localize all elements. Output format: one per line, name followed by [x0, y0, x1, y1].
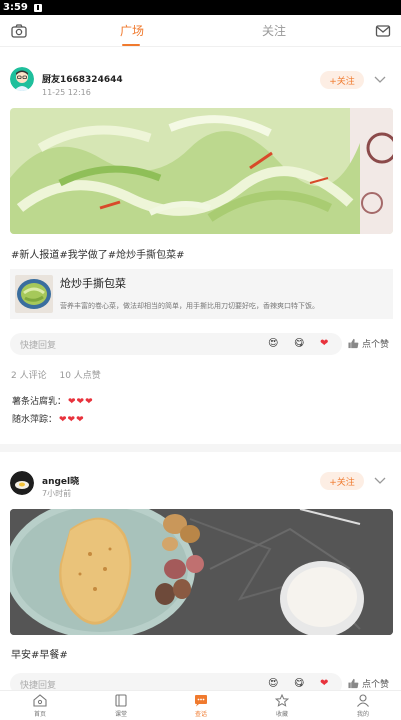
like-button[interactable]: 点个赞 [348, 337, 389, 350]
nav-me[interactable]: 我的 [343, 694, 383, 718]
recipe-card[interactable]: 炝炒手撕包菜 营养丰富的卷心菜，做法却相当的简单，用手撕比用刀切要好吃，香辣爽口… [10, 269, 393, 319]
recipe-thumbnail [15, 275, 53, 313]
quick-reply-placeholder: 快捷回复 [20, 681, 57, 690]
thumbs-up-icon [348, 338, 359, 349]
tab-square[interactable]: 广场 [120, 22, 144, 39]
quick-reply-input[interactable]: 快捷回复 😍 😋 ❤ [10, 333, 342, 355]
chat-icon [195, 695, 207, 707]
nav-home[interactable]: 首页 [20, 694, 60, 718]
heart-emoji-button[interactable]: ❤ [320, 337, 328, 350]
nav-discover[interactable]: 查话 [181, 694, 221, 718]
comment-user: 随水萍踪： [12, 415, 58, 425]
follow-button[interactable]: +关注 [320, 71, 364, 89]
avatar[interactable] [10, 67, 34, 91]
heart-eyes-emoji-button[interactable]: 😍 [268, 337, 278, 350]
mail-icon[interactable] [375, 23, 391, 39]
recipe-title: 炝炒手撕包菜 [60, 277, 126, 290]
like-button[interactable]: 点个赞 [348, 677, 389, 690]
notification-icon [33, 3, 42, 12]
post-time: 7小时前 [42, 489, 72, 498]
feed[interactable]: 厨友1668324644 11-25 12:16 +关注 #新人报道#我学做了#… [0, 47, 401, 690]
user-icon [357, 694, 369, 707]
chevron-down-icon[interactable] [374, 76, 386, 84]
quick-reply-input[interactable]: 快捷回复 😍 😋 ❤ [10, 673, 342, 690]
nav-favorites[interactable]: 收藏 [262, 694, 302, 718]
quick-reply-placeholder: 快捷回复 [20, 341, 57, 351]
chevron-down-icon[interactable] [374, 477, 386, 485]
nav-class-label: 课堂 [114, 711, 127, 718]
status-time: 3:59 [3, 2, 28, 13]
like-count: 10 人点赞 [59, 371, 101, 381]
star-icon [275, 694, 289, 707]
bottom-nav: 首页 课堂 查话 收藏 我的 [0, 690, 401, 720]
thumbs-up-icon [348, 678, 359, 689]
comment-count: 2 人评论 [11, 371, 47, 381]
like-label: 点个赞 [362, 340, 390, 350]
comment-hearts: ❤❤❤ [68, 397, 94, 407]
post-time: 11-25 12:16 [42, 88, 91, 97]
nav-home-label: 首页 [33, 711, 46, 718]
status-bar: 3:59 [0, 0, 401, 15]
like-label: 点个赞 [362, 680, 390, 690]
author-name[interactable]: 厨友1668324644 [42, 72, 123, 85]
active-tab-indicator [122, 44, 140, 46]
home-icon [33, 694, 47, 707]
comment-user: 薯条沾腐乳： [12, 397, 67, 407]
yum-emoji-button[interactable]: 😋 [294, 337, 304, 350]
heart-emoji-button[interactable]: ❤ [320, 677, 328, 690]
breakfast-toast-walnut-milk-photo[interactable] [10, 509, 393, 635]
comment-item[interactable]: 薯条沾腐乳： ❤❤❤ [12, 394, 94, 407]
follow-button[interactable]: +关注 [320, 472, 364, 490]
heart-eyes-emoji-button[interactable]: 😍 [268, 677, 278, 690]
nav-favorites-label: 收藏 [275, 711, 288, 718]
author-name[interactable]: angel晓 [42, 474, 79, 487]
nav-discover-label: 查话 [194, 711, 207, 718]
post-stats: 2 人评论 10 人点赞 [11, 368, 111, 381]
tab-follow[interactable]: 关注 [262, 22, 286, 39]
nav-me-label: 我的 [356, 711, 369, 718]
comment-item[interactable]: 随水萍踪： ❤❤❤ [12, 412, 85, 425]
top-nav: 广场 关注 [0, 15, 401, 47]
stir-fried-cabbage-photo[interactable] [10, 108, 393, 234]
comment-hearts: ❤❤❤ [59, 415, 85, 425]
book-icon [115, 694, 127, 707]
camera-icon[interactable] [11, 23, 27, 39]
yum-emoji-button[interactable]: 😋 [294, 677, 304, 690]
post-tags[interactable]: 早安#早餐# [11, 646, 68, 661]
nav-class[interactable]: 课堂 [101, 694, 141, 718]
recipe-description: 营养丰富的卷心菜，做法却相当的简单，用手撕比用刀切要好吃，香辣爽口特下饭。 [60, 302, 319, 310]
post-tags[interactable]: #新人报道#我学做了#炝炒手撕包菜# [11, 246, 185, 261]
avatar[interactable] [10, 471, 34, 495]
post-divider [0, 444, 401, 452]
